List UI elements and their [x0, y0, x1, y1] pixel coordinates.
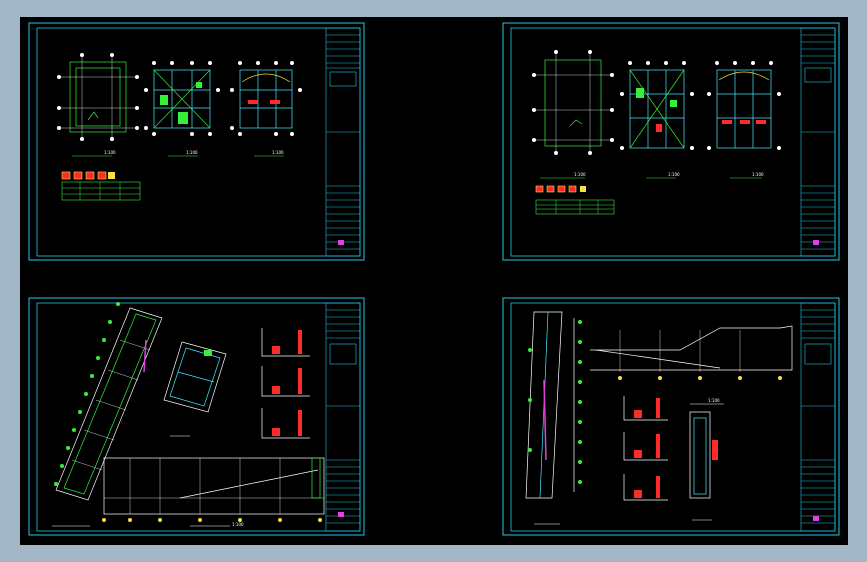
sheet-4-vertical-section[interactable] — [525, 311, 575, 499]
sheet-4[interactable]: 1:100 — [502, 297, 840, 536]
sheet-1-title-block — [325, 27, 361, 257]
sheet-4-profile[interactable] — [590, 325, 793, 372]
sheet-2-plan-a[interactable] — [535, 52, 611, 152]
sheet-4-outer-border — [502, 297, 840, 536]
sheet-1-plan-c-fill — [248, 100, 280, 104]
sheet-1-plan-a[interactable] — [60, 55, 136, 138]
sheet-1-stamp — [338, 240, 344, 245]
sheet-3-profile-axis-bubbles — [102, 518, 322, 522]
sheet-3-section-details[interactable] — [261, 328, 310, 439]
sheet-2-plan-b-axis-bubbles — [620, 61, 694, 150]
sheet-3-profile-scale: 1:100 — [232, 522, 244, 527]
sheet-2-plan-b-scale: 1:100 — [668, 172, 680, 177]
sheet-1-plan-c-scale: 1:100 — [272, 150, 284, 155]
sheet-4-narrow-section-scale: 1:100 — [708, 398, 720, 403]
sheet-1-legend — [61, 171, 141, 201]
sheet-2-plan-c[interactable] — [716, 69, 772, 149]
cad-drawing[interactable]: 1:100 1:100 1:100 1:100 1:100 1:100 1:10… — [0, 0, 867, 562]
sheet-4-stamp — [813, 516, 819, 521]
sheet-3-title-block — [325, 302, 361, 532]
sheet-2-plan-c-fill — [722, 120, 766, 124]
sheet-1-plan-c[interactable] — [239, 69, 293, 129]
sheet-3-inclined-plan[interactable] — [55, 307, 163, 501]
sheet-2-legend — [535, 185, 615, 215]
sheet-4-inner-border — [510, 302, 836, 532]
sheet-2-inner-border — [510, 27, 836, 257]
sheet-4-profile-axis-bubbles — [618, 376, 782, 380]
sheet-3-inclined-plan-axis-bubbles — [54, 302, 120, 486]
sheet-4-section-details[interactable] — [623, 396, 668, 501]
sheet-1-outer-border — [28, 22, 365, 261]
sheet-2-plan-b[interactable] — [629, 69, 685, 149]
sheet-1-plan-b-scale: 1:100 — [186, 150, 198, 155]
sheet-1-plan-c-axis-bubbles — [230, 61, 302, 136]
sheet-3-small-plan[interactable] — [163, 341, 227, 413]
sheet-4-narrow-section[interactable] — [689, 411, 718, 499]
sheet-3[interactable]: 1:100 — [28, 297, 365, 536]
sheet-2[interactable]: 1:100 1:100 1:100 — [502, 22, 840, 261]
sheet-2-title-block — [800, 27, 836, 257]
sheet-1[interactable]: 1:100 1:100 1:100 — [28, 22, 365, 261]
sheet-2-outer-border — [502, 22, 840, 261]
sheet-2-plan-a-scale: 1:100 — [574, 172, 586, 177]
sheet-2-plan-c-axis-bubbles — [707, 61, 781, 150]
sheet-2-plan-c-scale: 1:100 — [752, 172, 764, 177]
sheet-1-plan-a-scale: 1:100 — [104, 150, 116, 155]
sheet-4-title-block — [800, 302, 836, 532]
sheet-2-stamp — [813, 240, 819, 245]
sheet-3-profile[interactable] — [103, 457, 325, 515]
sheet-3-stamp — [338, 512, 344, 517]
sheet-3-outer-border — [28, 297, 365, 536]
sheet-2-plan-a-axis-bubbles — [532, 50, 614, 155]
sheet-1-plan-b-fill — [160, 82, 202, 124]
